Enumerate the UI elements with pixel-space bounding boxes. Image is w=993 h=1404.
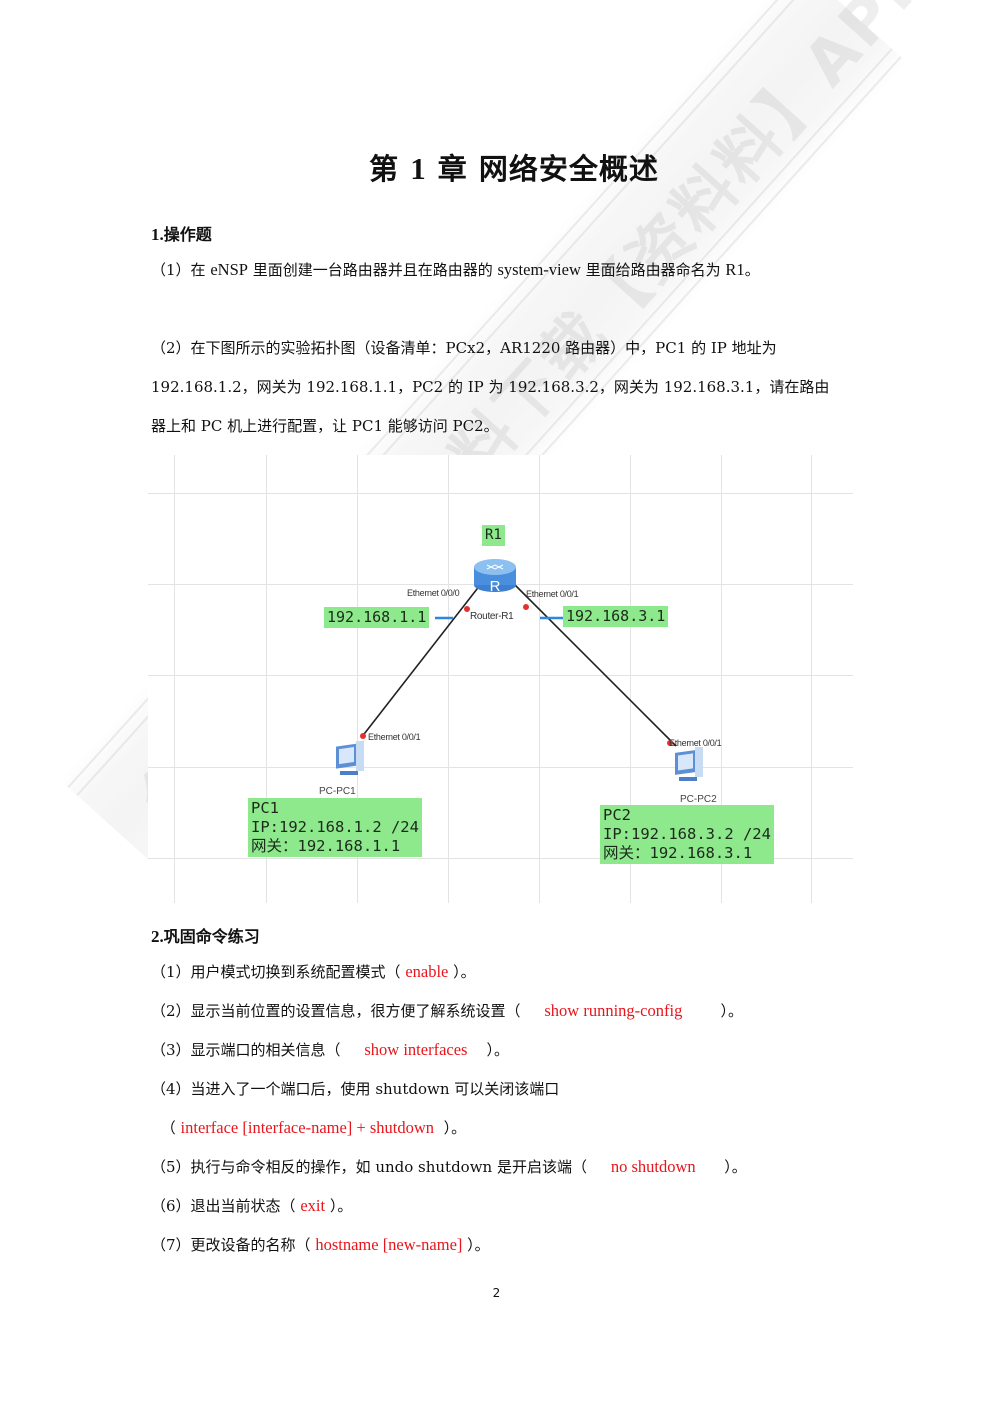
command-exercise-item: （7）更改设备的名称（ hostname [new-name] ）。 — [151, 1234, 490, 1255]
chapter-title: 第 1 章 网络安全概述 — [0, 146, 993, 188]
pc1-name: PC-PC1 — [319, 786, 356, 797]
command-exercise-item: （4）当进入了一个端口后，使用 shutdown 可以关闭该端口 — [151, 1078, 559, 1099]
question-2-line-1: （2）在下图所示的实验拓扑图（设备清单：PCx2，AR1220 路由器）中，PC… — [151, 339, 777, 357]
link-r1-pc2 — [509, 579, 677, 747]
item-answer: interface [interface-name] + shutdown — [180, 1118, 435, 1137]
section-index: 1. — [151, 225, 164, 244]
item-closing: ）。 — [695, 1158, 747, 1176]
chapter-suffix: 章 — [437, 152, 468, 186]
item-answer: no shutdown — [610, 1157, 696, 1176]
command-exercise-item: （6）退出当前状态（ exit ）。 — [151, 1195, 352, 1216]
section-title: 巩固命令练习 — [163, 927, 260, 946]
command-exercise-item: （5）执行与命令相反的操作，如 undo shutdown 是开启该端（ no … — [151, 1156, 747, 1177]
port-dot-pc1-eth001 — [360, 733, 366, 739]
pc2-port-label: Ethernet 0/0/1 — [669, 738, 722, 748]
chapter-prefix: 第 — [369, 152, 400, 186]
question-text: 里面给路由器命名为 — [580, 261, 726, 279]
router-port-left-label: Ethernet 0/0/0 — [407, 588, 460, 598]
item-question: （3）显示端口的相关信息（ — [151, 1041, 365, 1059]
question-text: 。 — [744, 261, 760, 279]
item-answer: exit — [300, 1196, 326, 1215]
command-exercise-item: （2）显示当前位置的设置信息，很方便了解系统设置（ show running-c… — [151, 1000, 743, 1021]
command-exercise-item: （3）显示端口的相关信息（ show interfaces ）。 — [151, 1039, 509, 1060]
command-exercise-item: （1）用户模式切换到系统配置模式（ enable ）。 — [151, 961, 476, 982]
pc2-info-box: PC2 IP:192.168.3.2 /24 网关：192.168.3.1 — [600, 805, 774, 864]
pc1-icon — [336, 741, 364, 775]
item-answer: enable — [405, 962, 449, 981]
pc2-info-ip: IP:192.168.3.2 /24 — [603, 825, 771, 843]
item-answer: hostname [new-name] — [315, 1235, 463, 1254]
question-label: （1） — [151, 261, 191, 279]
svg-text:R: R — [490, 578, 501, 595]
item-question: （2）显示当前位置的设置信息，很方便了解系统设置（ — [151, 1002, 545, 1020]
section-index: 2. — [151, 927, 164, 946]
router-tag: R1 — [482, 525, 505, 546]
question-term: system-view — [497, 260, 581, 279]
pc2-name: PC-PC2 — [680, 794, 717, 805]
router-ip-left: 192.168.1.1 — [324, 607, 430, 628]
question-term: R1 — [725, 260, 745, 279]
question-term: eNSP — [210, 260, 248, 279]
page-number: 2 — [492, 1286, 501, 1300]
chapter-name: 网络安全概述 — [478, 152, 659, 186]
item-closing: ）。 — [682, 1002, 743, 1020]
section-title: 操作题 — [163, 225, 212, 244]
question-text: 里面创建一台路由器并且在路由器的 — [247, 261, 498, 279]
question-2-line-2: 192.168.1.2，网关为 192.168.1.1，PC2 的 IP 为 1… — [151, 378, 830, 396]
item-question: （6）退出当前状态（ — [151, 1197, 301, 1215]
link-r1-pc1 — [360, 579, 485, 739]
question-2-line-3: 器上和 PC 机上进行配置，让 PC1 能够访问 PC2。 — [151, 417, 499, 435]
network-topology-diagram: R R1 Ethernet 0/0/0 Ethernet 0/0/1 Route… — [148, 455, 853, 903]
router-port-right-label: Ethernet 0/0/1 — [526, 589, 579, 599]
port-dot-r1-eth001 — [523, 604, 529, 610]
pc2-icon — [675, 747, 703, 781]
item-closing: ）。 — [462, 1236, 490, 1254]
router-name: Router-R1 — [470, 611, 514, 622]
router-icon: R — [474, 559, 516, 595]
document-page: 第 1 章 网络安全概述 1.操作题 （1）在 eNSP 里面创建一台路由器并且… — [0, 0, 993, 1404]
section-heading-operations: 1.操作题 — [151, 221, 212, 245]
item-answer: show interfaces — [364, 1040, 468, 1059]
question-1: （1）在 eNSP 里面创建一台路由器并且在路由器的 system-view 里… — [151, 259, 760, 280]
pc2-info-name: PC2 — [603, 806, 631, 824]
pc1-info-ip: IP:192.168.1.2 /24 — [251, 818, 419, 836]
item-question: （1）用户模式切换到系统配置模式（ — [151, 963, 406, 981]
pc1-info-box: PC1 IP:192.168.1.2 /24 网关：192.168.1.1 — [248, 798, 422, 857]
item-closing: ）。 — [325, 1197, 353, 1215]
item-question: （5）执行与命令相反的操作，如 undo shutdown 是开启该端（ — [151, 1158, 611, 1176]
command-exercise-item: （ interface [interface-name] + shutdown … — [156, 1117, 466, 1138]
question-text: 在 — [190, 261, 211, 279]
pc2-info-gateway: 网关：192.168.3.1 — [603, 844, 753, 862]
pc1-port-label: Ethernet 0/0/1 — [368, 732, 421, 742]
item-question: （4）当进入了一个端口后，使用 shutdown 可以关闭该端口 — [151, 1080, 560, 1098]
section-heading-commands: 2.巩固命令练习 — [151, 923, 260, 947]
router-ip-right: 192.168.3.1 — [563, 606, 669, 627]
pc1-info-name: PC1 — [251, 799, 279, 817]
item-closing: ）。 — [467, 1041, 510, 1059]
item-question: （7）更改设备的名称（ — [151, 1236, 316, 1254]
item-closing: ）。 — [434, 1119, 467, 1137]
item-closing: ）。 — [448, 963, 476, 981]
pc1-info-gateway: 网关：192.168.1.1 — [251, 837, 401, 855]
chapter-number: 1 — [410, 151, 427, 186]
item-question: （ — [156, 1119, 181, 1137]
item-answer: show running-config — [544, 1001, 683, 1020]
